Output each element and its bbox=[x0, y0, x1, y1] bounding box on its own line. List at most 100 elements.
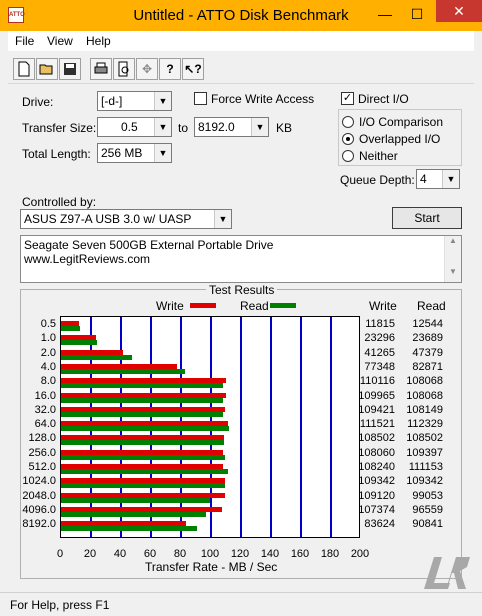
move-icon[interactable]: ✥ bbox=[136, 58, 158, 80]
read-value: 108068 bbox=[406, 389, 443, 402]
write-column-header: Write bbox=[369, 299, 397, 313]
write-value: 109342 bbox=[358, 475, 395, 488]
description-scrollbar[interactable]: ▲ ▼ bbox=[444, 236, 461, 282]
write-value: 108502 bbox=[358, 432, 395, 445]
menu-view[interactable]: View bbox=[47, 34, 73, 48]
queue-depth-label: Queue Depth: bbox=[340, 173, 415, 187]
read-bar bbox=[61, 497, 210, 503]
total-length-label: Total Length: bbox=[22, 147, 91, 161]
transfer-rate-chart bbox=[60, 316, 360, 538]
x-tick-label: 180 bbox=[320, 548, 340, 560]
context-help-icon[interactable]: ↖? bbox=[182, 58, 204, 80]
transfer-from-value: 0.5 bbox=[121, 120, 138, 134]
y-tick-label: 0.5 bbox=[40, 318, 56, 330]
read-column-header: Read bbox=[417, 299, 446, 313]
new-icon[interactable] bbox=[13, 58, 35, 80]
controlled-by-label: Controlled by: bbox=[22, 195, 97, 209]
y-tick-label: 128.0 bbox=[28, 432, 56, 445]
read-value: 12544 bbox=[412, 318, 443, 330]
direct-io-checkbox[interactable]: ✓ bbox=[341, 92, 354, 105]
y-tick-label: 64.0 bbox=[34, 418, 56, 431]
read-bar bbox=[61, 383, 224, 389]
chevron-down-icon[interactable]: ▼ bbox=[154, 118, 171, 136]
read-value: 99053 bbox=[412, 489, 443, 502]
chevron-down-icon[interactable]: ▼ bbox=[251, 118, 268, 136]
write-value: 109120 bbox=[358, 489, 395, 502]
description-line-1: Seagate Seven 500GB External Portable Dr… bbox=[24, 238, 274, 252]
gridline bbox=[270, 317, 272, 537]
test-results-title: Test Results bbox=[206, 283, 278, 297]
read-value: 109342 bbox=[406, 475, 443, 488]
y-tick-label: 4096.0 bbox=[22, 503, 56, 516]
chevron-down-icon[interactable]: ▼ bbox=[214, 210, 231, 228]
read-value: 109397 bbox=[406, 446, 443, 459]
x-axis-label: Transfer Rate - MB / Sec bbox=[145, 560, 278, 574]
write-value: 109965 bbox=[358, 389, 395, 402]
x-tick-label: 80 bbox=[173, 548, 187, 560]
total-length-select[interactable]: 256 MB ▼ bbox=[97, 143, 172, 163]
read-bar bbox=[61, 354, 133, 360]
kb-label: KB bbox=[276, 121, 293, 135]
y-tick-label: 4.0 bbox=[40, 360, 56, 373]
save-icon[interactable] bbox=[59, 58, 81, 80]
print-preview-icon[interactable] bbox=[113, 58, 135, 80]
write-value: 11815 bbox=[365, 318, 395, 330]
gridline bbox=[330, 317, 332, 537]
toolbar: ✥ ? ↖? bbox=[8, 51, 474, 84]
chevron-down-icon[interactable]: ▼ bbox=[442, 170, 459, 188]
chevron-down-icon[interactable]: ▼ bbox=[154, 144, 171, 162]
transfer-to-select[interactable]: 8192.0 ▼ bbox=[194, 117, 269, 137]
x-tick-label: 160 bbox=[290, 548, 310, 560]
read-value: 108068 bbox=[406, 375, 443, 388]
force-write-checkbox[interactable] bbox=[194, 92, 207, 105]
maximize-button[interactable]: ☐ bbox=[402, 3, 432, 25]
read-bar bbox=[61, 340, 97, 346]
title-bar: ATTO Untitled - ATTO Disk Benchmark — ☐ … bbox=[0, 0, 482, 31]
overlapped-io-radio[interactable] bbox=[342, 133, 354, 145]
io-comparison-radio[interactable] bbox=[342, 116, 354, 128]
write-value: 108060 bbox=[358, 446, 395, 459]
read-value: 23689 bbox=[412, 332, 443, 345]
drive-select[interactable]: [-d-] ▼ bbox=[97, 91, 172, 111]
menu-file[interactable]: File bbox=[15, 34, 34, 48]
help-icon[interactable]: ? bbox=[159, 58, 181, 80]
print-icon[interactable] bbox=[90, 58, 112, 80]
read-value: 47379 bbox=[412, 346, 443, 359]
x-tick-label: 40 bbox=[113, 548, 127, 560]
queue-depth-select[interactable]: 4 ▼ bbox=[416, 169, 460, 189]
force-write-label: Force Write Access bbox=[211, 92, 315, 106]
overlapped-io-label: Overlapped I/O bbox=[359, 132, 441, 146]
write-value: 77348 bbox=[364, 360, 395, 373]
menu-help[interactable]: Help bbox=[86, 34, 111, 48]
drive-value: [-d-] bbox=[101, 94, 123, 108]
read-bar bbox=[61, 368, 186, 374]
neither-radio[interactable] bbox=[342, 150, 354, 162]
total-length-value: 256 MB bbox=[101, 146, 143, 160]
y-tick-label: 1024.0 bbox=[22, 475, 56, 488]
read-value: 108502 bbox=[406, 432, 443, 445]
start-button[interactable]: Start bbox=[392, 207, 462, 229]
y-tick-label: 8.0 bbox=[40, 375, 56, 388]
transfer-size-label: Transfer Size: bbox=[22, 121, 97, 135]
transfer-to-value: 8192.0 bbox=[198, 120, 235, 134]
legend-write-label: Write bbox=[156, 299, 184, 313]
read-value: 108149 bbox=[406, 403, 443, 416]
x-tick-label: 140 bbox=[260, 548, 280, 560]
close-button[interactable]: ✕ bbox=[436, 0, 482, 22]
status-bar: For Help, press F1 bbox=[0, 592, 482, 616]
read-bar bbox=[61, 411, 224, 417]
drive-label: Drive: bbox=[22, 95, 54, 109]
read-bar bbox=[61, 469, 228, 474]
read-bar bbox=[61, 526, 198, 532]
transfer-from-select[interactable]: 0.5 ▼ bbox=[97, 117, 172, 137]
y-tick-label: 32.0 bbox=[34, 403, 56, 416]
controlled-by-select[interactable]: ASUS Z97-A USB 3.0 w/ UASP ▼ bbox=[20, 209, 232, 229]
description-textarea[interactable]: Seagate Seven 500GB External Portable Dr… bbox=[20, 235, 462, 283]
y-tick-label: 16.0 bbox=[34, 389, 56, 402]
minimize-button[interactable]: — bbox=[370, 3, 400, 25]
chevron-down-icon[interactable]: ▼ bbox=[154, 92, 171, 110]
x-tick-label: 20 bbox=[83, 548, 97, 560]
open-icon[interactable] bbox=[36, 58, 58, 80]
write-value: 108240 bbox=[358, 461, 395, 473]
y-tick-label: 8192.0 bbox=[22, 518, 56, 531]
